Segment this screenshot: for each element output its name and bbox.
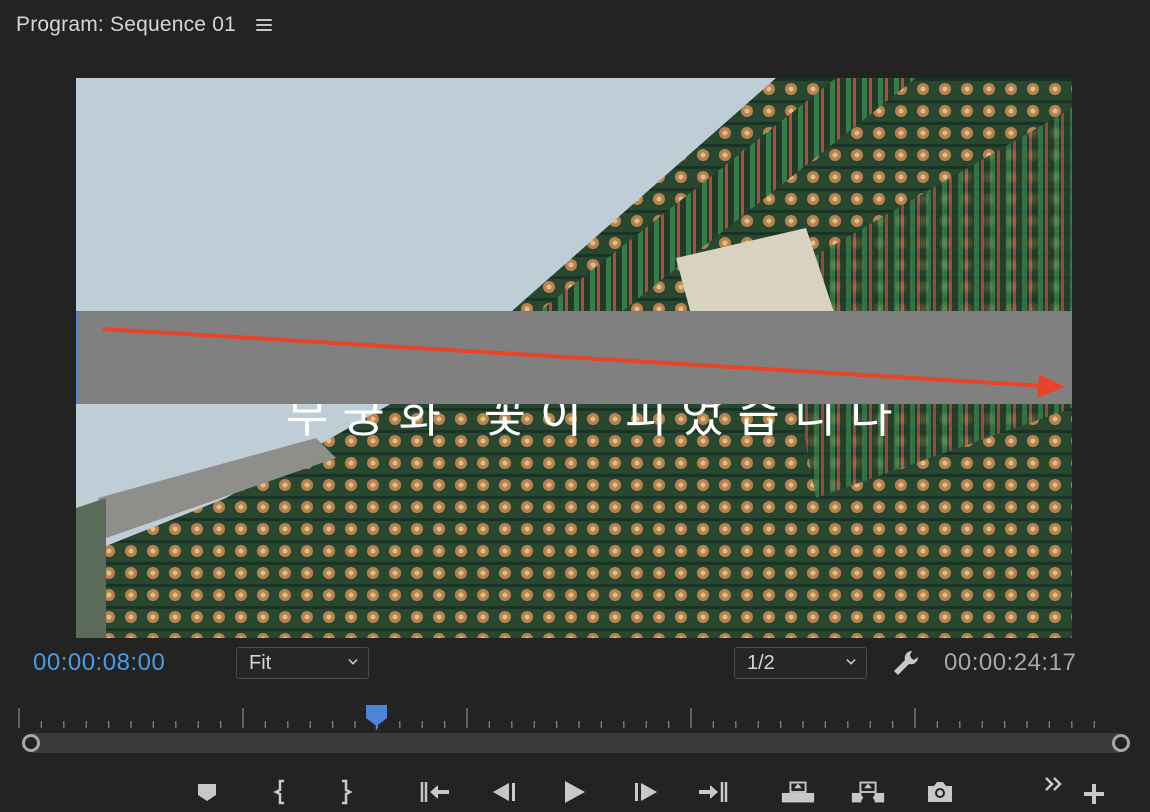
go-to-out-button[interactable] <box>695 774 731 810</box>
mark-in-icon <box>273 779 284 805</box>
mark-in-button[interactable] <box>263 774 299 810</box>
panel-title[interactable]: Program: Sequence 01 <box>16 13 236 37</box>
zoom-level-value: Fit <box>249 651 272 674</box>
mark-out-button[interactable] <box>327 774 363 810</box>
playhead-marker[interactable] <box>365 704 388 730</box>
button-editor-button[interactable] <box>1076 776 1112 812</box>
extract-button[interactable] <box>850 774 886 810</box>
go-to-in-icon <box>420 782 449 802</box>
more-controls-button[interactable] <box>1036 766 1072 802</box>
camera-icon <box>928 782 952 802</box>
step-back-button[interactable] <box>486 774 522 810</box>
panel-header: Program: Sequence 01 <box>16 11 272 39</box>
add-marker-icon <box>198 784 216 801</box>
step-forward-button[interactable] <box>628 774 664 810</box>
go-to-in-button[interactable] <box>417 774 453 810</box>
wrench-icon[interactable] <box>890 648 922 678</box>
zoom-level-select[interactable]: Fit <box>236 647 369 679</box>
step-back-icon <box>493 783 515 801</box>
chevron-down-icon <box>846 658 856 665</box>
play-button[interactable] <box>556 774 592 810</box>
lift-icon <box>781 781 815 803</box>
playhead-timecode[interactable]: 00:00:08:00 <box>33 649 165 677</box>
transport-controls <box>0 768 1150 812</box>
monitor-controls: 00:00:08:00 Fit 1/2 00:00:24:17 <box>0 645 1150 683</box>
text-layer-bounding-box[interactable] <box>76 311 1072 404</box>
scrollbar-track[interactable] <box>32 733 1120 753</box>
time-ruler[interactable] <box>0 700 1150 730</box>
scrollbar-left-handle[interactable] <box>22 734 40 752</box>
chevron-down-icon <box>348 658 358 665</box>
program-monitor-viewer[interactable]: 무궁화 꽃이 피었습니다 <box>76 78 1072 638</box>
sequence-duration-timecode: 00:00:24:17 <box>944 649 1077 676</box>
hamburger-menu-icon[interactable] <box>255 18 272 32</box>
mark-out-icon <box>342 779 353 805</box>
red-arrow-annotation <box>102 327 1065 398</box>
export-frame-button[interactable] <box>922 774 958 810</box>
extract-icon <box>851 781 885 803</box>
play-icon <box>565 781 585 803</box>
lift-button[interactable] <box>780 774 816 810</box>
go-to-out-icon <box>699 782 728 802</box>
plus-icon <box>1084 784 1104 804</box>
scrollbar-right-handle[interactable] <box>1112 734 1130 752</box>
double-chevron-right-icon <box>1045 777 1062 791</box>
zoom-scrollbar[interactable] <box>22 733 1130 753</box>
playback-resolution-select[interactable]: 1/2 <box>734 647 867 679</box>
add-marker-button[interactable] <box>189 774 225 810</box>
resolution-value: 1/2 <box>747 651 775 674</box>
step-forward-icon <box>635 783 657 801</box>
